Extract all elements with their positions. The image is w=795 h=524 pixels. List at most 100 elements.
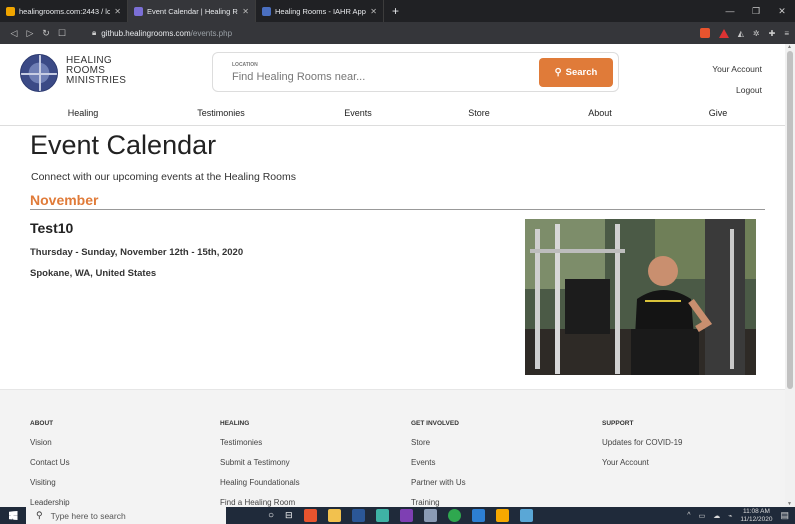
nav-give[interactable]: Give xyxy=(709,108,728,118)
account-links: Your Account Logout xyxy=(712,59,762,101)
footer-col-get-involved: GET INVOLVED Store Events Partner with U… xyxy=(411,420,466,518)
windows-taskbar: ⚲ Type here to search ○ ⊟ ^ ▭ ☁ ⌁ 11:08 … xyxy=(0,507,795,524)
brave-shield-icon[interactable] xyxy=(699,28,710,38)
new-tab-button[interactable]: + xyxy=(384,4,407,18)
settings-gear-icon[interactable]: ✲ xyxy=(753,29,760,38)
browser-tab-strip: healingrooms.com:2443 / localhos✕Event C… xyxy=(0,0,795,22)
browser-tab[interactable]: Healing Rooms - IAHR Application ✕ xyxy=(256,0,384,22)
footer-heading: ABOUT xyxy=(30,420,54,427)
nav-healing[interactable]: Healing xyxy=(68,108,99,118)
footer-link[interactable]: Updates for COVID-19 xyxy=(602,438,682,458)
address-bar: ◁ ▷ ↻ ☐ 🔒︎ github.healingrooms.com/event… xyxy=(0,22,795,44)
footer-link[interactable]: Partner with Us xyxy=(411,478,466,498)
app-icon[interactable] xyxy=(519,509,533,522)
footer-heading: HEALING xyxy=(220,420,250,427)
nav-events[interactable]: Events xyxy=(344,108,372,118)
vscode-icon[interactable] xyxy=(471,509,485,522)
word-icon[interactable] xyxy=(351,509,365,522)
event-title[interactable]: Test10 xyxy=(30,220,73,236)
clock-date: 11/12/2020 xyxy=(740,515,773,523)
tab-title: Healing Rooms - IAHR Application xyxy=(275,6,366,16)
browser-tab[interactable]: Event Calendar | Healing Rooms M ✕ xyxy=(128,0,256,22)
event-photo[interactable] xyxy=(525,219,756,375)
app-icon[interactable] xyxy=(495,509,509,522)
scrollbar-thumb[interactable] xyxy=(787,51,793,389)
footer-col-about: ABOUT Vision Contact Us Visiting Leaders… xyxy=(30,420,70,518)
location-search-input[interactable]: Find Healing Rooms near... xyxy=(232,71,365,83)
month-divider xyxy=(30,209,765,210)
globe-logo-icon[interactable] xyxy=(20,54,58,92)
search-button[interactable]: ⚲ Search xyxy=(539,58,613,87)
minimize-icon[interactable]: — xyxy=(717,6,743,16)
brave-rewards-icon[interactable] xyxy=(718,28,729,38)
site-header: HEALING ROOMS MINISTRIES LOCATION Find H… xyxy=(0,44,785,100)
restore-icon[interactable]: ❐ xyxy=(743,6,769,17)
brand-name[interactable]: HEALING ROOMS MINISTRIES xyxy=(66,56,126,86)
footer-link[interactable]: Healing Foundationals xyxy=(220,478,300,498)
chevron-up-icon[interactable]: ^ xyxy=(687,512,690,519)
scroll-up-icon[interactable]: ▲ xyxy=(787,44,792,50)
extension-icon[interactable]: ◭ xyxy=(738,29,744,38)
nav-store[interactable]: Store xyxy=(468,108,490,118)
tab-title: healingrooms.com:2443 / localhos xyxy=(19,6,110,16)
close-window-icon[interactable]: ✕ xyxy=(769,6,795,17)
task-view-icon[interactable]: ⊟ xyxy=(285,510,293,521)
window-controls: — ❐ ✕ xyxy=(717,0,795,22)
pinned-apps: ○ ⊟ xyxy=(268,509,533,522)
footer-link[interactable]: Contact Us xyxy=(30,458,70,478)
brave-browser-icon[interactable] xyxy=(303,509,317,522)
close-tab-icon[interactable]: ✕ xyxy=(370,7,377,16)
start-button[interactable] xyxy=(0,507,26,524)
page-subtitle: Connect with our upcoming events at the … xyxy=(31,171,296,183)
onenote-icon[interactable] xyxy=(399,509,413,522)
close-tab-icon[interactable]: ✕ xyxy=(114,7,121,16)
back-icon[interactable]: ◁ xyxy=(6,28,22,39)
taskbar-search-placeholder: Type here to search xyxy=(50,510,126,521)
close-tab-icon[interactable]: ✕ xyxy=(242,7,249,16)
event-location: Spokane, WA, United States xyxy=(30,268,157,279)
forward-icon[interactable]: ▷ xyxy=(22,28,38,39)
footer-col-healing: HEALING Testimonies Submit a Testimony H… xyxy=(220,420,300,518)
cortana-icon[interactable]: ○ xyxy=(268,510,274,521)
event-dates: Thursday - Sunday, November 12th - 15th,… xyxy=(30,247,244,258)
event-photo-illustration xyxy=(525,219,756,375)
footer-link[interactable]: Submit a Testimony xyxy=(220,458,300,478)
notifications-icon[interactable]: ▤ xyxy=(780,510,789,521)
main-nav: Healing Testimonies Events Store About G… xyxy=(0,100,785,126)
system-tray: ^ ▭ ☁ ⌁ 11:08 AM 11/12/2020 ▤ xyxy=(687,507,789,524)
url-field[interactable]: 🔒︎ github.healingrooms.com/events.php xyxy=(92,25,662,41)
footer-link[interactable]: Visiting xyxy=(30,478,70,498)
footer-link[interactable]: Your Account xyxy=(602,458,682,478)
clock[interactable]: 11:08 AM 11/12/2020 xyxy=(740,508,772,524)
puzzle-icon[interactable]: ✚ xyxy=(769,29,776,38)
taskbar-search[interactable]: ⚲ Type here to search xyxy=(26,507,226,524)
footer-link[interactable]: Vision xyxy=(30,438,70,458)
footer-heading: GET INVOLVED xyxy=(411,420,459,427)
file-explorer-icon[interactable] xyxy=(327,509,341,522)
nav-testimonies[interactable]: Testimonies xyxy=(197,108,245,118)
chrome-icon[interactable] xyxy=(447,509,461,522)
url-host: github.healingrooms.com xyxy=(101,28,191,38)
battery-icon[interactable]: ▭ xyxy=(699,512,706,520)
favicon-icon xyxy=(6,6,15,16)
app-icon[interactable] xyxy=(375,509,389,522)
nav-about[interactable]: About xyxy=(588,108,612,118)
menu-icon[interactable]: ≡ xyxy=(784,29,789,38)
browser-tab[interactable]: healingrooms.com:2443 / localhos ✕ xyxy=(0,0,128,22)
site-footer: ABOUT Vision Contact Us Visiting Leaders… xyxy=(0,389,785,507)
windows-logo-icon xyxy=(8,511,18,520)
bookmark-icon[interactable]: ☐ xyxy=(54,28,70,39)
footer-link[interactable]: Events xyxy=(411,458,466,478)
logout-link[interactable]: Logout xyxy=(712,80,762,101)
cloud-icon[interactable]: ☁ xyxy=(713,512,720,520)
footer-link[interactable]: Testimonies xyxy=(220,438,300,458)
footer-col-support: SUPPORT Updates for COVID-19 Your Accoun… xyxy=(602,420,682,478)
search-icon: ⚲ xyxy=(554,67,562,78)
footer-link[interactable]: Store xyxy=(411,438,466,458)
your-account-link[interactable]: Your Account xyxy=(712,59,762,80)
page-scrollbar[interactable]: ▲ ▼ xyxy=(785,44,795,507)
network-icon[interactable]: ⌁ xyxy=(728,512,732,520)
location-label: LOCATION xyxy=(232,62,258,68)
app-icon[interactable] xyxy=(423,509,437,522)
reload-icon[interactable]: ↻ xyxy=(38,28,54,39)
